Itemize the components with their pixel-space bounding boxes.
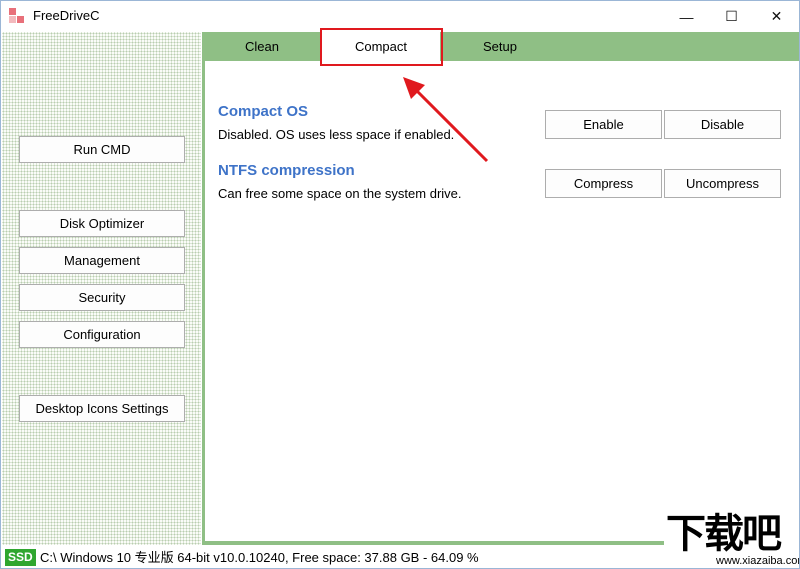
watermark-url: www.xiazaiba.com (716, 555, 800, 567)
watermark-text: 下载吧 (666, 511, 782, 557)
watermark-logo: 下载吧 www.xiazaiba.com (664, 511, 800, 568)
app-window: FreeDriveC — ☐ ✕ Run CMD Disk Optimizer … (0, 0, 800, 569)
ssd-badge: SSD (5, 549, 36, 566)
arrow-line (411, 85, 489, 163)
status-text: C:\ Windows 10 专业版 64-bit v10.0.10240, F… (40, 550, 479, 565)
annotation-arrow (403, 77, 489, 163)
